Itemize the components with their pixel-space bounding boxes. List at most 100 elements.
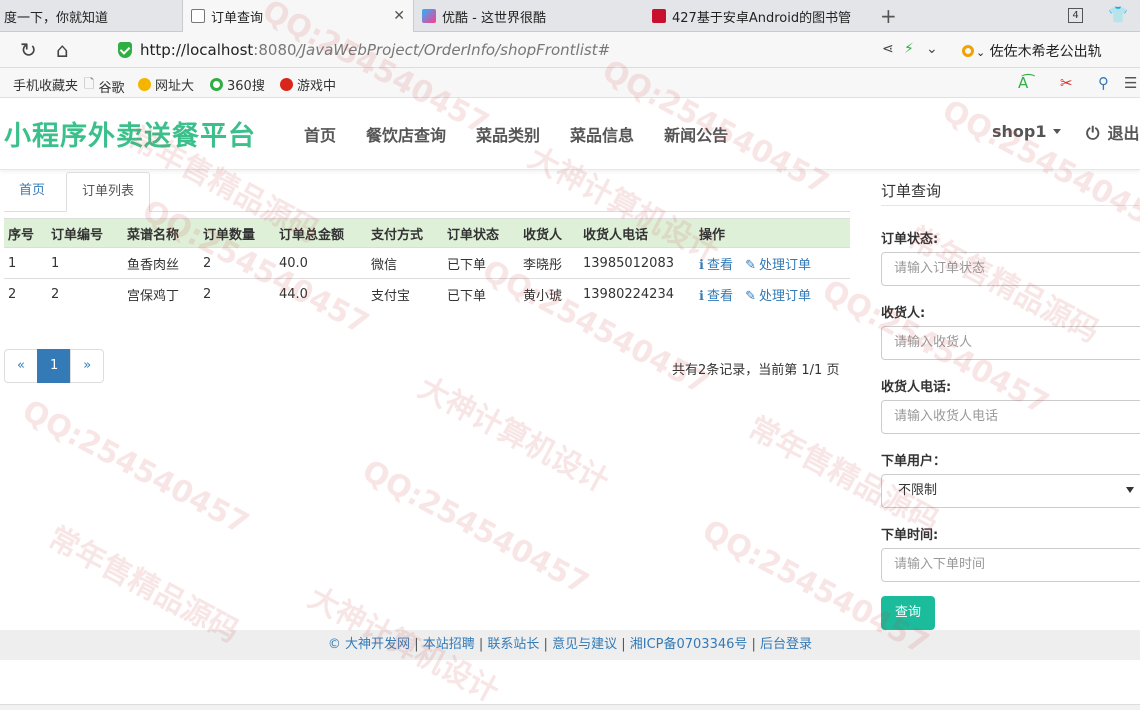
column-header: 收货人 bbox=[519, 218, 579, 248]
column-header: 订单状态 bbox=[443, 218, 519, 248]
hao-logo-icon bbox=[138, 78, 151, 91]
footer-link-icp[interactable]: 湘ICP备0703346号 bbox=[630, 637, 748, 652]
watermark-text: QQ:254540457 bbox=[356, 453, 595, 602]
pencil-icon: ✎ bbox=[745, 257, 757, 273]
reload-icon[interactable]: ↻ bbox=[20, 38, 37, 62]
column-header: 支付方式 bbox=[367, 218, 443, 248]
url-path: /JavaWebProject/OrderInfo/shopFrontlist# bbox=[296, 41, 611, 59]
tab-title: 427基于安卓Android的图书管 bbox=[672, 10, 852, 26]
cell-dish: 鱼香肉丝 bbox=[123, 247, 199, 279]
home-icon[interactable]: ⌂ bbox=[56, 38, 69, 62]
column-header: 订单编号 bbox=[47, 218, 123, 248]
browser-tab-baidu[interactable]: 度一下，你就知道 bbox=[0, 0, 176, 32]
close-tab-icon[interactable]: ✕ bbox=[393, 8, 405, 24]
scissors-icon[interactable]: ✂ bbox=[1060, 74, 1073, 92]
watermark-text: 大神计算机设计 bbox=[412, 370, 615, 500]
site-footer: © 大神开发网 | 本站招聘 | 联系站长 | 意见与建议 | 湘ICP备070… bbox=[0, 630, 1140, 660]
new-tab-icon[interactable]: + bbox=[880, 4, 897, 28]
status-input[interactable]: 请输入订单状态 bbox=[881, 252, 1140, 286]
nav-news[interactable]: 新闻公告 bbox=[664, 122, 728, 146]
select-arrow-icon bbox=[1126, 487, 1134, 493]
footer-link-admin-login[interactable]: 后台登录 bbox=[760, 637, 812, 652]
next-page-button[interactable]: » bbox=[70, 349, 105, 383]
tab-home[interactable]: 首页 bbox=[4, 172, 60, 212]
caret-down-icon bbox=[1052, 129, 1061, 134]
receiver-input[interactable]: 请输入收货人 bbox=[881, 326, 1140, 360]
cell-pay: 微信 bbox=[367, 247, 443, 279]
cell-pay: 支付宝 bbox=[367, 278, 443, 310]
nav-dish-info[interactable]: 菜品信息 bbox=[570, 122, 634, 146]
nav-dish-category[interactable]: 菜品类别 bbox=[476, 122, 540, 146]
logout-link[interactable]: ⏻ 退出 bbox=[1086, 120, 1139, 144]
cell-qty: 2 bbox=[199, 247, 275, 279]
current-page-button[interactable]: 1 bbox=[36, 349, 72, 383]
menu-icon[interactable]: ☰ bbox=[1124, 74, 1137, 92]
bookmark-label: 网址大 bbox=[155, 79, 195, 94]
footer-link-jobs[interactable]: 本站招聘 bbox=[423, 637, 475, 652]
footer-link-feedback[interactable]: 意见与建议 bbox=[552, 637, 617, 652]
view-order-link[interactable]: ℹ 查看 bbox=[699, 289, 733, 304]
column-header: 订单数量 bbox=[199, 218, 275, 248]
cell-no: 1 bbox=[4, 247, 47, 279]
url-host: http://localhost bbox=[140, 41, 254, 59]
cell-order-id: 1 bbox=[47, 247, 123, 279]
translate-icon[interactable]: A͡ bbox=[1018, 74, 1028, 92]
secure-shield-icon bbox=[118, 42, 132, 58]
browser-tab-bar: 度一下，你就知道 订单查询 ✕ 优酷 - 这世界很酷 427基于安卓Androi… bbox=[0, 0, 1140, 32]
order-user-value: 不限制 bbox=[898, 483, 938, 498]
nav-restaurant-query[interactable]: 餐饮店查询 bbox=[366, 122, 446, 146]
process-order-link[interactable]: ✎ 处理订单 bbox=[745, 289, 811, 304]
skin-icon[interactable]: 👕 bbox=[1108, 5, 1128, 24]
search-submit-button[interactable]: 查询 bbox=[881, 596, 935, 630]
bookmark-label: 手机收藏夹 bbox=[13, 79, 79, 94]
user-dropdown[interactable]: shop1 bbox=[992, 122, 1061, 141]
view-order-link[interactable]: ℹ 查看 bbox=[699, 258, 733, 273]
cell-receiver: 黄小琥 bbox=[519, 278, 579, 310]
bookmark-360[interactable]: 360搜 bbox=[210, 75, 265, 94]
cell-qty: 2 bbox=[199, 278, 275, 310]
search-panel-title: 订单查询 bbox=[881, 182, 942, 200]
table-row: 1 1 鱼香肉丝 2 40.0 微信 已下单 李晓彤 13985012083 ℹ… bbox=[4, 247, 850, 279]
phone-input[interactable]: 请输入收货人电话 bbox=[881, 400, 1140, 434]
search-icon[interactable]: ⚲ bbox=[1098, 74, 1109, 92]
watermark-text: QQ:254540457 bbox=[16, 393, 255, 542]
share-icon[interactable]: ⋖ bbox=[882, 41, 894, 57]
tab-order-list[interactable]: 订单列表 bbox=[66, 172, 151, 212]
bookmark-label: 360搜 bbox=[227, 79, 265, 94]
search-engine-logo-icon bbox=[962, 45, 974, 57]
browser-tab-android-project[interactable]: 427基于安卓Android的图书管 bbox=[644, 0, 872, 32]
page-info: 共有2条记录，当前第 1/1 页 bbox=[672, 363, 840, 378]
tab-title: 订单查询 bbox=[211, 10, 264, 26]
cell-status: 已下单 bbox=[443, 278, 519, 310]
url-field[interactable]: http://localhost:8080/JavaWebProject/Ord… bbox=[140, 41, 610, 59]
footer-link-contact[interactable]: 联系站长 bbox=[487, 637, 539, 652]
nav-home[interactable]: 首页 bbox=[304, 122, 336, 146]
process-order-link[interactable]: ✎ 处理订单 bbox=[745, 258, 811, 273]
star-icon: ⎸ bbox=[0, 77, 12, 92]
tab-count-badge[interactable]: 4 bbox=[1068, 8, 1083, 23]
view-label: 查看 bbox=[706, 257, 733, 273]
address-bar: ↻ ⌂ http://localhost:8080/JavaWebProject… bbox=[0, 32, 1140, 68]
chevron-down-icon[interactable]: ⌄ bbox=[926, 41, 938, 57]
bookmark-hao[interactable]: 网址大 bbox=[138, 75, 194, 94]
cell-amount: 44.0 bbox=[275, 278, 367, 310]
prev-page-button[interactable]: « bbox=[4, 349, 38, 383]
cell-order-id: 2 bbox=[47, 278, 123, 310]
order-user-select[interactable]: 不限制 bbox=[881, 474, 1140, 508]
cell-phone: 13980224234 bbox=[579, 278, 695, 310]
browser-tab-order-query[interactable]: 订单查询 ✕ bbox=[182, 0, 414, 32]
search-engine-box[interactable]: ⌄ 佐佐木希老公出轨 bbox=[962, 41, 1102, 61]
process-label: 处理订单 bbox=[759, 257, 812, 273]
site-brand[interactable]: 小程序外卖送餐平台 bbox=[4, 114, 256, 153]
bookmark-games[interactable]: 游戏中 bbox=[280, 75, 336, 94]
bookmark-mobile[interactable]: ⎸ 手机收藏夹 bbox=[0, 75, 78, 94]
order-time-input[interactable]: 请输入下单时间 bbox=[881, 548, 1140, 582]
status-label: 订单状态: bbox=[881, 232, 939, 247]
footer-copyright-link[interactable]: © 大神开发网 bbox=[328, 637, 410, 652]
lightning-icon[interactable]: ⚡ bbox=[904, 41, 914, 57]
browser-tab-youku[interactable]: 优酷 - 这世界很酷 bbox=[414, 0, 644, 32]
column-header: 序号 bbox=[4, 218, 47, 248]
main-nav: 首页 餐饮店查询 菜品类别 菜品信息 新闻公告 bbox=[304, 122, 758, 146]
bookmark-google[interactable]: 🗋 谷歌 bbox=[84, 75, 124, 97]
phone-label: 收货人电话: bbox=[881, 380, 952, 395]
